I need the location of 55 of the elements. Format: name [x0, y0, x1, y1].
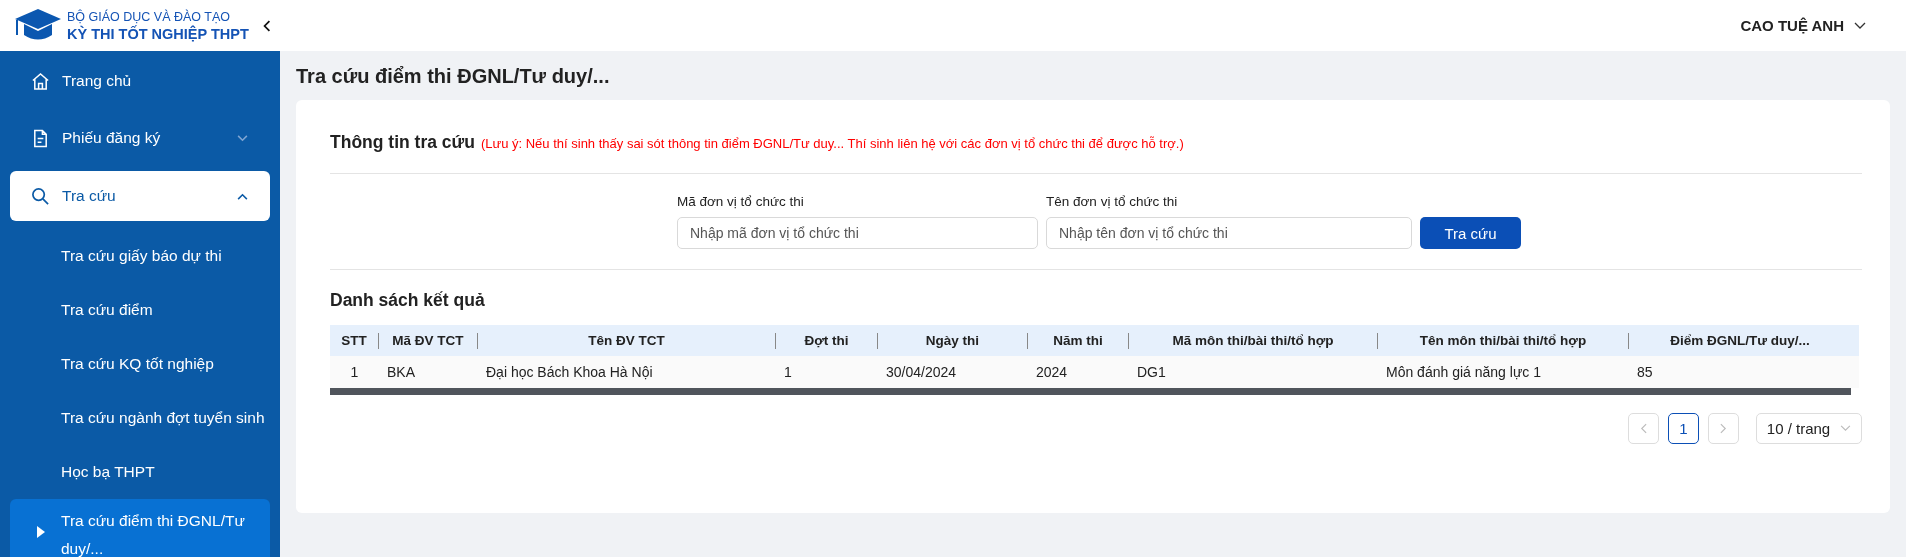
nav-item[interactable]: Tra cứu — [10, 171, 270, 221]
nav-subitem[interactable]: Tra cứu KQ tốt nghiệp — [10, 337, 270, 391]
exam-name: KỲ THI TỐT NGHIỆP THPT — [67, 25, 249, 42]
table-cell-text: 85 — [1636, 364, 1654, 380]
table-cell-text: 1 — [349, 364, 360, 380]
table-cell-text: BKA — [386, 364, 416, 380]
column-header: Mã môn thi/bài thi/tổ hợp — [1129, 332, 1378, 349]
triangle-icon — [37, 526, 45, 538]
page-title: Tra cứu điểm thi ĐGNL/Tư duy/... — [296, 65, 611, 88]
column-header: Tên ĐV TCT — [478, 332, 776, 349]
nav-subitem[interactable]: Tra cứu giấy báo dự thi — [10, 229, 270, 283]
table-cell-text: 2024 — [1035, 364, 1069, 380]
table-cell-text: Đại học Bách Khoa Hà Nội — [485, 364, 654, 380]
user-menu[interactable]: CAO TUỆ ANH — [1740, 17, 1866, 34]
page-button[interactable]: 1 — [1668, 413, 1699, 444]
input-field[interactable]: Nhập mã đơn vị tổ chức thi — [677, 217, 1038, 249]
previous-page-button[interactable] — [1628, 413, 1659, 444]
search-button[interactable]: Tra cứu — [1420, 217, 1521, 249]
nav-item[interactable]: Trang chủ — [10, 54, 270, 108]
home-icon — [31, 71, 50, 91]
scrollbar[interactable] — [330, 388, 1851, 395]
collapse-icon[interactable] — [262, 19, 271, 32]
chevron-down-icon — [1840, 425, 1852, 432]
field-label: Tên đơn vị tổ chức thi — [1046, 194, 1179, 209]
chevron-left-icon — [1640, 423, 1647, 434]
column-header: Ngày thi — [878, 332, 1028, 349]
column-header: Đợt thi — [776, 332, 878, 349]
document-icon — [31, 128, 50, 148]
column-header: Năm thi — [1028, 332, 1129, 349]
section-title: Danh sách kết quả — [330, 290, 486, 311]
chevron-down-icon — [237, 134, 248, 142]
chevron-up-icon — [237, 192, 248, 200]
warning-note: (Lưu ý: Nếu thí sinh thấy sai sót thông tin điểm ĐGNL/Tư duy... Thí sinh liên hệ với các đơn vị tổ chức thi để được hỗ trợ.) — [480, 136, 1184, 151]
nav-subitem[interactable]: Tra cứu ngành đợt tuyển sinh — [10, 391, 270, 445]
ministry-name: BỘ GIÁO DỤC VÀ ĐÀO TẠO — [67, 9, 231, 24]
column-header: STT — [330, 332, 379, 349]
field-label: Mã đơn vị tổ chức thi — [677, 194, 805, 209]
page-size-select[interactable]: 10 / trang — [1756, 413, 1862, 444]
nav-subitem[interactable]: Tra cứu điểm thi ĐGNL/Tư duy/... — [10, 499, 270, 557]
nav-subitem[interactable]: Học bạ THPT — [10, 445, 270, 499]
table-cell-text: DG1 — [1136, 364, 1167, 380]
next-page-button[interactable] — [1708, 413, 1739, 444]
column-header: Tên môn thi/bài thi/tổ hợp — [1378, 332, 1629, 349]
table-cell-text: Môn đánh giá năng lực 1 — [1385, 364, 1542, 380]
column-header: Điểm ĐGNL/Tư duy/... — [1669, 332, 1811, 349]
nav-item[interactable]: Phiếu đăng ký — [10, 111, 270, 165]
column-header: Mã ĐV TCT — [379, 332, 478, 349]
section-title: Thông tin tra cứu — [330, 132, 475, 153]
chevron-right-icon — [1720, 423, 1727, 434]
input-field[interactable]: Nhập tên đơn vị tổ chức thi — [1046, 217, 1412, 249]
table-cell-text: 30/04/2024 — [885, 364, 958, 380]
nav-subitem[interactable]: Tra cứu điểm — [10, 283, 270, 337]
search-icon — [31, 186, 50, 206]
table-cell-text: 1 — [783, 364, 793, 380]
chevron-down-icon — [1854, 21, 1866, 30]
